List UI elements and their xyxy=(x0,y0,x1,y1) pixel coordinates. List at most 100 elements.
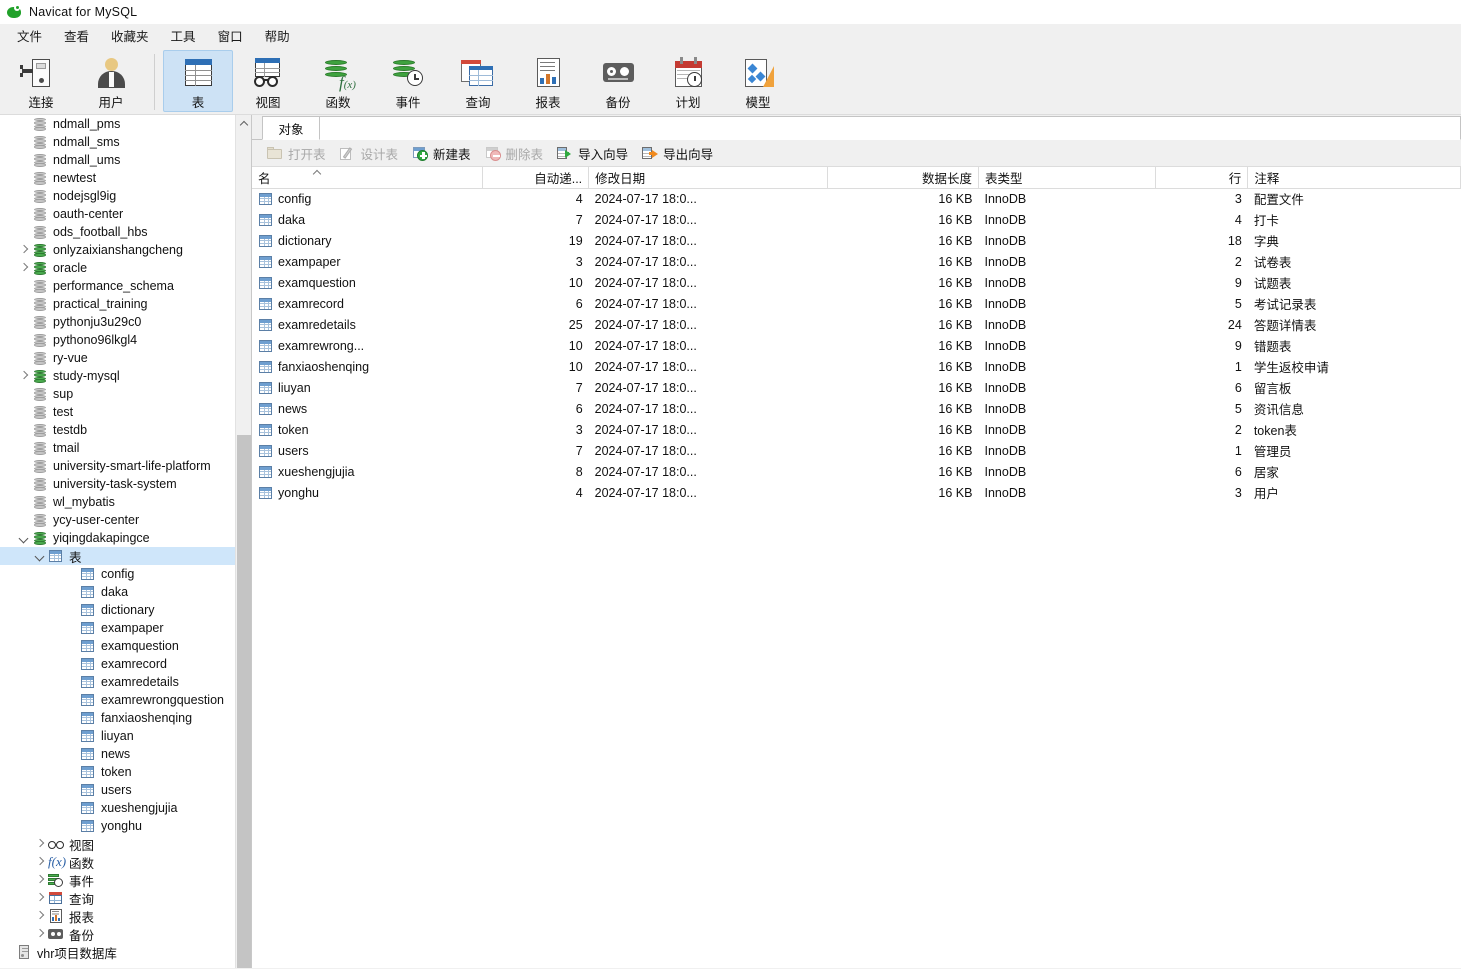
chevron-right-icon[interactable] xyxy=(32,908,48,924)
cell-rows[interactable]: 6 xyxy=(1156,377,1248,398)
cell-comment[interactable]: 打卡 xyxy=(1248,209,1461,230)
tree-node-ods_football_hbs[interactable]: ods_football_hbs xyxy=(0,223,236,241)
tree-node-表[interactable]: 表 xyxy=(0,547,236,565)
cell-data_length[interactable]: 16 KB xyxy=(828,398,979,419)
tree-node-test[interactable]: test xyxy=(0,403,236,421)
table-row[interactable]: daka 7 2024-07-17 18:0... 16 KB InnoDB 4 打卡 xyxy=(252,209,1461,230)
table-row[interactable]: examrewrong... 10 2024-07-17 18:0... 16 KB I… xyxy=(252,335,1461,356)
table-row[interactable]: liuyan 7 2024-07-17 18:0... 16 KB InnoDB 6 留言板 xyxy=(252,377,1461,398)
cell-name[interactable]: liuyan xyxy=(252,377,482,398)
cell-engine[interactable]: InnoDB xyxy=(978,188,1155,209)
tree-node-查询[interactable]: 查询 xyxy=(0,889,236,907)
menu-item-查看[interactable]: 查看 xyxy=(53,23,100,48)
tree-node-liuyan[interactable]: liuyan xyxy=(0,727,236,745)
cell-engine[interactable]: InnoDB xyxy=(978,482,1155,503)
cell-rows[interactable]: 18 xyxy=(1156,230,1248,251)
chevron-right-icon[interactable] xyxy=(16,260,32,276)
cell-data_length[interactable]: 16 KB xyxy=(828,440,979,461)
tree-node-视图[interactable]: 视图 xyxy=(0,835,236,853)
cell-data_length[interactable]: 16 KB xyxy=(828,251,979,272)
cell-data_length[interactable]: 16 KB xyxy=(828,230,979,251)
tree-node-ycy-user-center[interactable]: ycy-user-center xyxy=(0,511,236,529)
tree-node-exampaper[interactable]: exampaper xyxy=(0,619,236,637)
tree-node-practical_training[interactable]: practical_training xyxy=(0,295,236,313)
tree-node-study-mysql[interactable]: study-mysql xyxy=(0,367,236,385)
table-row[interactable]: examrecord 6 2024-07-17 18:0... 16 KB InnoDB… xyxy=(252,293,1461,314)
chevron-right-icon[interactable] xyxy=(16,242,32,258)
cell-rows[interactable]: 5 xyxy=(1156,398,1248,419)
cell-modified[interactable]: 2024-07-17 18:0... xyxy=(589,188,828,209)
cell-auto_increment[interactable]: 6 xyxy=(482,293,588,314)
toolbar-button-备份[interactable]: 备份 xyxy=(583,50,653,112)
cell-name[interactable]: examquestion xyxy=(252,272,482,293)
tree-node-sup[interactable]: sup xyxy=(0,385,236,403)
cell-data_length[interactable]: 16 KB xyxy=(828,314,979,335)
tree-node-yonghu[interactable]: yonghu xyxy=(0,817,236,835)
table-row[interactable]: token 3 2024-07-17 18:0... 16 KB InnoDB 2 toke… xyxy=(252,419,1461,440)
sidebar-scrollbar[interactable] xyxy=(235,115,251,968)
cell-rows[interactable]: 24 xyxy=(1156,314,1248,335)
table-row[interactable]: config 4 2024-07-17 18:0... 16 KB InnoDB 3 配置文… xyxy=(252,188,1461,209)
cell-modified[interactable]: 2024-07-17 18:0... xyxy=(589,209,828,230)
cell-comment[interactable]: 字典 xyxy=(1248,230,1461,251)
chevron-right-icon[interactable] xyxy=(32,836,48,852)
cell-auto_increment[interactable]: 8 xyxy=(482,461,588,482)
cell-data_length[interactable]: 16 KB xyxy=(828,188,979,209)
tree-node-ry-vue[interactable]: ry-vue xyxy=(0,349,236,367)
tree-node-users[interactable]: users xyxy=(0,781,236,799)
toolbar-button-用户[interactable]: 用户 xyxy=(76,50,146,112)
action-导出向导[interactable]: 导出向导 xyxy=(635,142,720,165)
cell-auto_increment[interactable]: 6 xyxy=(482,398,588,419)
tree-node-yiqingdakapingce[interactable]: yiqingdakapingce xyxy=(0,529,236,547)
cell-rows[interactable]: 4 xyxy=(1156,209,1248,230)
tree-node-examrewrongquestion[interactable]: examrewrongquestion xyxy=(0,691,236,709)
cell-comment[interactable]: 试题表 xyxy=(1248,272,1461,293)
tree-node-报表[interactable]: 报表 xyxy=(0,907,236,925)
scrollbar-thumb[interactable] xyxy=(237,435,251,968)
cell-name[interactable]: news xyxy=(252,398,482,419)
cell-comment[interactable]: 试卷表 xyxy=(1248,251,1461,272)
cell-name[interactable]: examrewrong... xyxy=(252,335,482,356)
cell-comment[interactable]: 资讯信息 xyxy=(1248,398,1461,419)
table-row[interactable]: users 7 2024-07-17 18:0... 16 KB InnoDB 1 管理员 xyxy=(252,440,1461,461)
tree-node-examrecord[interactable]: examrecord xyxy=(0,655,236,673)
cell-name[interactable]: dictionary xyxy=(252,230,482,251)
cell-modified[interactable]: 2024-07-17 18:0... xyxy=(589,230,828,251)
tree-node-examredetails[interactable]: examredetails xyxy=(0,673,236,691)
toolbar-button-查询[interactable]: 查询 xyxy=(443,50,513,112)
cell-engine[interactable]: InnoDB xyxy=(978,377,1155,398)
table-row[interactable]: news 6 2024-07-17 18:0... 16 KB InnoDB 5 资讯信息 xyxy=(252,398,1461,419)
cell-data_length[interactable]: 16 KB xyxy=(828,482,979,503)
menu-item-工具[interactable]: 工具 xyxy=(160,23,207,48)
column-header-自动递...[interactable]: 自动递... xyxy=(482,167,590,189)
cell-data_length[interactable]: 16 KB xyxy=(828,209,979,230)
chevron-right-icon[interactable] xyxy=(32,854,48,870)
cell-auto_increment[interactable]: 10 xyxy=(482,335,588,356)
toolbar-button-函数[interactable]: f(x) 函数 xyxy=(303,50,373,112)
tree-node-dictionary[interactable]: dictionary xyxy=(0,601,236,619)
toolbar-button-连接[interactable]: 连接 xyxy=(6,50,76,112)
chevron-down-icon[interactable] xyxy=(16,530,32,546)
tree-node-performance_schema[interactable]: performance_schema xyxy=(0,277,236,295)
tree-node-ndmall_ums[interactable]: ndmall_ums xyxy=(0,151,236,169)
tree-node-newtest[interactable]: newtest xyxy=(0,169,236,187)
cell-rows[interactable]: 1 xyxy=(1156,440,1248,461)
cell-engine[interactable]: InnoDB xyxy=(978,419,1155,440)
cell-engine[interactable]: InnoDB xyxy=(978,440,1155,461)
table-row[interactable]: xueshengjujia 8 2024-07-17 18:0... 16 KB Inn… xyxy=(252,461,1461,482)
cell-data_length[interactable]: 16 KB xyxy=(828,461,979,482)
cell-data_length[interactable]: 16 KB xyxy=(828,419,979,440)
cell-engine[interactable]: InnoDB xyxy=(978,356,1155,377)
toolbar-button-模型[interactable]: 模型 xyxy=(723,50,793,112)
cell-modified[interactable]: 2024-07-17 18:0... xyxy=(589,335,828,356)
cell-engine[interactable]: InnoDB xyxy=(978,314,1155,335)
cell-name[interactable]: users xyxy=(252,440,482,461)
chevron-right-icon[interactable] xyxy=(32,872,48,888)
cell-modified[interactable]: 2024-07-17 18:0... xyxy=(589,314,828,335)
tree-node-ndmall_pms[interactable]: ndmall_pms xyxy=(0,115,236,133)
toolbar-button-报表[interactable]: 报表 xyxy=(513,50,583,112)
tree-node-oracle[interactable]: oracle xyxy=(0,259,236,277)
tree-node-xueshengjujia[interactable]: xueshengjujia xyxy=(0,799,236,817)
cell-rows[interactable]: 9 xyxy=(1156,335,1248,356)
cell-comment[interactable]: 居家 xyxy=(1248,461,1461,482)
